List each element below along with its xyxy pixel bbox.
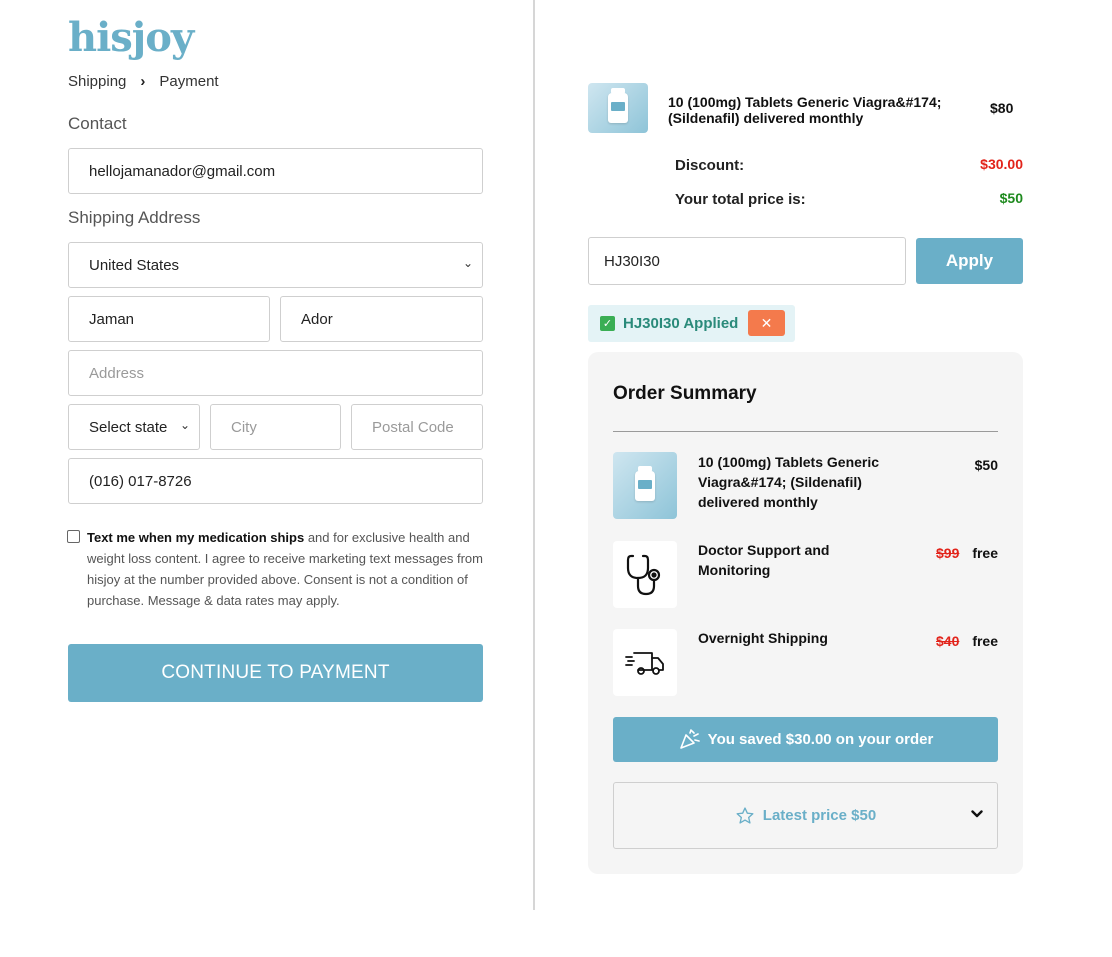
city-field[interactable]: City bbox=[210, 404, 341, 450]
city-placeholder: City bbox=[231, 418, 257, 436]
chevron-down-icon: ⌄ bbox=[462, 256, 473, 270]
latest-price-dropdown[interactable]: Latest price $50 bbox=[613, 782, 998, 849]
email-field[interactable]: hellojamanador@gmail.com bbox=[68, 148, 483, 194]
total-value: $50 bbox=[999, 190, 1023, 206]
last-name-field[interactable]: Ador bbox=[280, 296, 483, 342]
shipping-address-heading: Shipping Address bbox=[68, 208, 201, 227]
apply-coupon-button[interactable]: Apply bbox=[916, 238, 1023, 284]
sms-consent-text: Text me when my medication ships and for… bbox=[87, 527, 487, 611]
latest-price-text: Latest price $50 bbox=[762, 807, 877, 824]
phone-field[interactable]: (016) 017-8726 bbox=[68, 458, 483, 504]
sms-consent-checkbox[interactable] bbox=[67, 530, 80, 543]
coupon-applied-tag: ✓ HJ30I30 Applied ✕ bbox=[588, 305, 795, 342]
cart-product-price: $80 bbox=[990, 100, 1014, 116]
continue-to-payment-button[interactable]: CONTINUE TO PAYMENT bbox=[68, 644, 483, 702]
country-select[interactable]: United States ⌄ bbox=[68, 242, 483, 288]
stethoscope-icon bbox=[613, 541, 677, 608]
summary-item-name: Doctor Support and Monitoring bbox=[698, 542, 830, 578]
party-popper-icon bbox=[679, 728, 700, 749]
remove-coupon-button[interactable]: ✕ bbox=[748, 310, 785, 336]
summary-item-price: free bbox=[972, 633, 998, 649]
savings-banner: You saved $30.00 on your order bbox=[613, 717, 998, 762]
sms-consent-bold: Text me when my medication ships bbox=[87, 530, 305, 545]
breadcrumb: Shipping › Payment bbox=[68, 73, 219, 90]
address-field[interactable]: Address bbox=[68, 350, 483, 396]
chevron-down-icon: ⌄ bbox=[179, 418, 190, 432]
breadcrumb-payment[interactable]: Payment bbox=[159, 73, 218, 90]
postal-code-placeholder: Postal Code bbox=[372, 418, 454, 436]
contact-heading: Contact bbox=[68, 114, 127, 133]
savings-text: You saved $30.00 on your order bbox=[707, 731, 934, 748]
state-select[interactable]: Select state ⌄ bbox=[68, 404, 200, 450]
delivery-truck-icon bbox=[613, 629, 677, 696]
phone-value: (016) 017-8726 bbox=[89, 472, 192, 490]
first-name-field[interactable]: Jaman bbox=[68, 296, 270, 342]
address-placeholder: Address bbox=[89, 364, 145, 382]
discount-value: $30.00 bbox=[980, 156, 1023, 172]
coupon-input[interactable]: HJ30I30 bbox=[588, 237, 906, 285]
sms-consent: Text me when my medication ships and for… bbox=[67, 527, 487, 611]
state-value: Select state bbox=[89, 418, 168, 436]
summary-item-old-price: $99 bbox=[936, 545, 960, 561]
country-value: United States bbox=[89, 256, 180, 274]
total-label: Your total price is: bbox=[675, 191, 806, 208]
postal-code-field[interactable]: Postal Code bbox=[351, 404, 483, 450]
order-summary-panel: Order Summary 10 (100mg) Tablets Generic… bbox=[588, 352, 1023, 874]
cart-product-name: 10 (100mg) Tablets Generic Viagra&#174; … bbox=[668, 94, 942, 126]
checkbox-checked-icon: ✓ bbox=[600, 316, 615, 331]
order-summary-title: Order Summary bbox=[613, 383, 757, 404]
summary-item-price: $50 bbox=[974, 457, 998, 473]
product-bottle-icon bbox=[608, 88, 628, 123]
summary-item-name: Overnight Shipping bbox=[698, 630, 828, 646]
chevron-down-icon[interactable] bbox=[971, 805, 983, 821]
email-value: hellojamanador@gmail.com bbox=[89, 162, 276, 180]
product-bottle-icon bbox=[613, 452, 677, 519]
product-thumbnail bbox=[588, 83, 648, 133]
first-name-value: Jaman bbox=[89, 310, 135, 328]
breadcrumb-shipping[interactable]: Shipping bbox=[68, 73, 126, 90]
coupon-applied-text: HJ30I30 Applied bbox=[623, 315, 739, 332]
summary-item-old-price: $40 bbox=[936, 633, 960, 649]
summary-divider bbox=[613, 431, 998, 432]
bottle-shape bbox=[635, 465, 655, 501]
discount-label: Discount: bbox=[675, 157, 745, 174]
star-icon bbox=[736, 806, 754, 824]
summary-item-name: 10 (100mg) Tablets Generic Viagra&#174; … bbox=[698, 454, 880, 510]
brand-logo[interactable]: hisjoy bbox=[68, 14, 194, 61]
chevron-right-icon: › bbox=[140, 73, 146, 90]
summary-item-price: free bbox=[972, 545, 998, 561]
column-divider bbox=[533, 0, 535, 910]
coupon-value: HJ30I30 bbox=[604, 252, 660, 270]
last-name-value: Ador bbox=[301, 310, 333, 328]
